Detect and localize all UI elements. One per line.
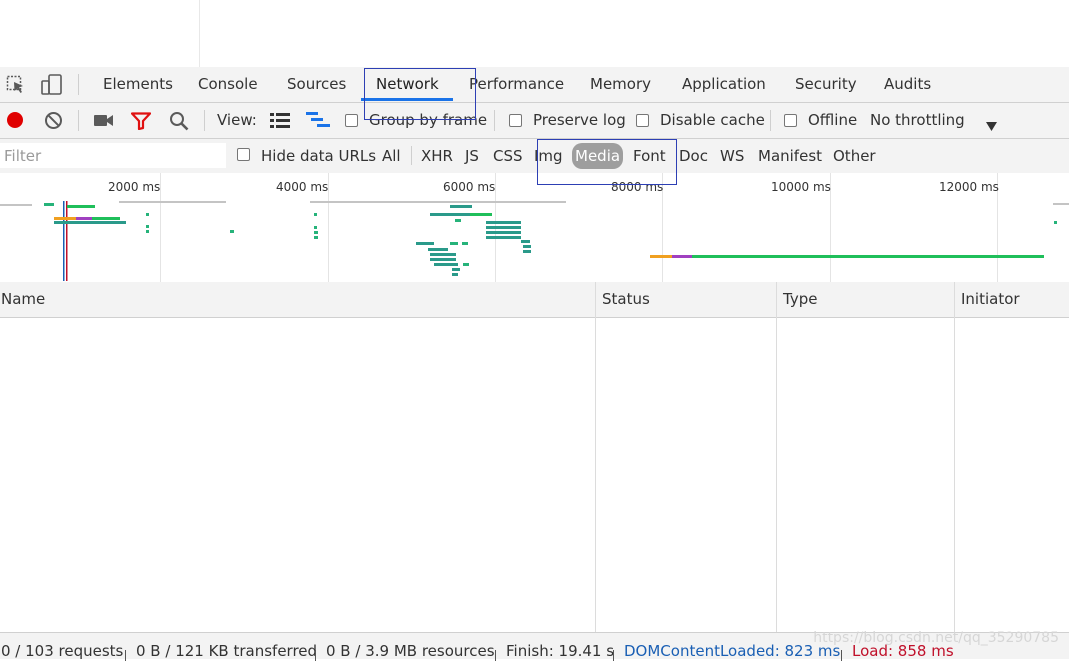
filter-type-ws[interactable]: WS xyxy=(720,139,744,173)
filter-type-css[interactable]: CSS xyxy=(493,139,523,173)
media-font-highlight-box xyxy=(537,139,677,185)
toolbar-separator xyxy=(78,110,79,131)
request-table-body xyxy=(0,318,1069,632)
record-icon[interactable] xyxy=(7,112,23,128)
waterfall-overview-icon[interactable] xyxy=(306,112,330,133)
column-header-type[interactable]: Type xyxy=(782,282,817,317)
filter-type-doc[interactable]: Doc xyxy=(679,139,708,173)
column-header-status[interactable]: Status xyxy=(601,282,650,317)
search-icon[interactable] xyxy=(169,111,189,135)
dom-content-loaded-time: DOMContentLoaded: 823 ms xyxy=(624,642,841,660)
filter-type-js[interactable]: JS xyxy=(465,139,479,173)
finish-time: Finish: 19.41 s xyxy=(506,642,615,660)
preserve-log-checkbox[interactable] xyxy=(509,114,522,127)
tab-elements[interactable]: Elements xyxy=(103,67,173,102)
throttling-dropdown-arrow-icon[interactable] xyxy=(986,117,997,135)
column-header-name[interactable]: Name xyxy=(0,282,45,317)
watermark: https://blog.csdn.net/qq_35290785 xyxy=(813,630,1059,646)
column-header-initiator[interactable]: Initiator xyxy=(960,282,1020,317)
disable-cache-label: Disable cache xyxy=(660,111,765,129)
inspect-element-icon[interactable] xyxy=(6,75,26,99)
filter-separator xyxy=(411,146,412,165)
tab-console[interactable]: Console xyxy=(198,67,258,102)
screenshots-camera-icon[interactable] xyxy=(94,113,114,132)
disable-cache-checkbox[interactable] xyxy=(636,114,649,127)
overview-request-bars xyxy=(0,201,1069,281)
devtools-tab-bar: Elements Console Sources Network Perform… xyxy=(0,67,1069,103)
toolbar-separator xyxy=(204,110,205,131)
filter-funnel-icon[interactable] xyxy=(130,112,152,134)
transferred-size: 0 B / 121 KB transferred xyxy=(136,642,318,660)
tab-memory[interactable]: Memory xyxy=(590,67,651,102)
tab-application[interactable]: Application xyxy=(682,67,766,102)
tab-performance[interactable]: Performance xyxy=(469,67,564,102)
status-separator xyxy=(613,650,614,661)
offline-checkbox[interactable] xyxy=(784,114,797,127)
filter-bar: Hide data URLs All XHR JS CSS Img Media … xyxy=(0,139,1069,174)
requests-count: 0 / 103 requests xyxy=(1,642,124,660)
filter-type-xhr[interactable]: XHR xyxy=(421,139,453,173)
tab-security[interactable]: Security xyxy=(795,67,857,102)
network-overview-timeline[interactable]: 2000 ms 4000 ms 6000 ms 8000 ms 10000 ms… xyxy=(0,173,1069,283)
status-separator xyxy=(841,650,842,661)
page-viewport xyxy=(0,0,1069,67)
filter-type-other[interactable]: Other xyxy=(833,139,876,173)
toolbar-separator xyxy=(770,110,771,131)
group-by-frame-checkbox[interactable] xyxy=(345,114,358,127)
toolbar-separator xyxy=(494,110,495,131)
preserve-log-label: Preserve log xyxy=(533,111,626,129)
status-separator xyxy=(315,650,316,661)
clear-icon[interactable] xyxy=(44,111,63,134)
large-rows-icon[interactable] xyxy=(270,113,290,132)
tab-bar-separator xyxy=(78,74,79,95)
hide-data-urls-checkbox[interactable] xyxy=(237,148,250,161)
offline-label: Offline xyxy=(808,111,858,129)
hide-data-urls-label: Hide data URLs xyxy=(261,147,377,165)
status-separator xyxy=(495,650,496,661)
throttling-select[interactable]: No throttling xyxy=(870,103,965,138)
filter-input[interactable] xyxy=(0,143,226,168)
network-tab-highlight-box xyxy=(364,68,476,120)
tab-audits[interactable]: Audits xyxy=(884,67,931,102)
view-label: View: xyxy=(217,111,257,129)
page-divider xyxy=(199,0,200,67)
resources-size: 0 B / 3.9 MB resources xyxy=(326,642,495,660)
request-table-header: Name Status Type Initiator xyxy=(0,282,1069,318)
filter-type-all[interactable]: All xyxy=(382,139,401,173)
filter-type-manifest[interactable]: Manifest xyxy=(758,139,822,173)
tab-sources[interactable]: Sources xyxy=(287,67,346,102)
device-toolbar-icon[interactable] xyxy=(40,73,64,101)
status-separator xyxy=(125,650,126,661)
network-toolbar: View: Group by frame Preserve log Disabl… xyxy=(0,103,1069,139)
